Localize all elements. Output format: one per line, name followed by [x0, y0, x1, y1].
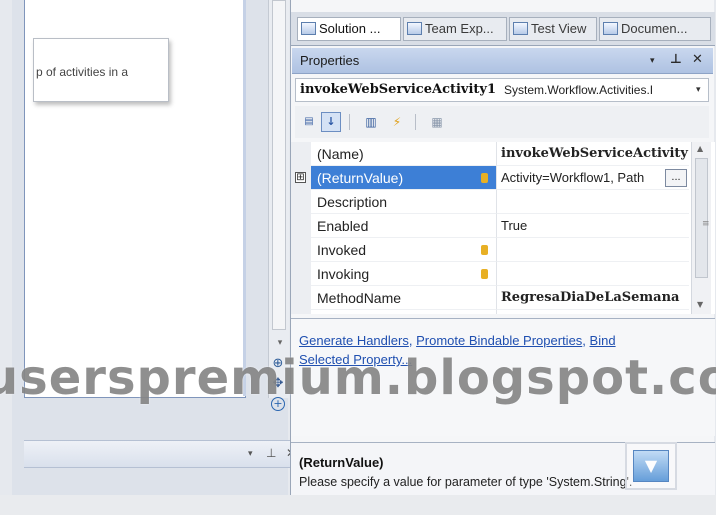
property-name: (Name) — [311, 142, 497, 166]
window-position-dropdown-icon[interactable]: ▾ — [248, 449, 253, 459]
property-value[interactable] — [497, 190, 689, 214]
property-name-text: Invoked — [317, 242, 367, 258]
property-value-text: Activity=Workflow1, Path — [501, 170, 645, 185]
chevron-down-icon[interactable]: ▾ — [696, 85, 701, 95]
events-lightning-icon[interactable]: ⚡ — [387, 112, 407, 132]
property-name-text: Invoking — [317, 266, 370, 282]
tab-label: Test View — [531, 21, 587, 36]
property-name: Enabled — [311, 214, 497, 238]
test-view-icon — [513, 22, 528, 35]
description-title: (ReturnValue) — [299, 455, 384, 470]
toolbar-separator — [349, 114, 350, 130]
property-name: MethodName — [311, 286, 497, 310]
description-text: Please specify a value for parameter of … — [299, 475, 633, 489]
zoom-in-icon[interactable]: ⊕ — [270, 356, 286, 372]
property-value[interactable]: Activity=Workflow1, Path... — [497, 166, 689, 190]
workflow-designer-pane: p of activities in a ▾ ⊕ ✥ + ▾ ⊥ ✕ — [12, 0, 300, 495]
properties-tool-window: Solution ... Team Exp... Test View Docum… — [290, 0, 715, 495]
solution-explorer-icon — [301, 22, 316, 35]
generate-handlers-link[interactable]: Generate Handlers — [299, 333, 409, 348]
bindable-property-icon — [481, 173, 488, 183]
team-explorer-icon — [407, 22, 422, 35]
property-row-methodname[interactable]: MethodName RegresaDiaDeLaSemana — [291, 286, 689, 310]
categorized-view-icon[interactable]: ▤ — [299, 112, 319, 132]
tooltip-text: p of activities in a — [36, 65, 129, 79]
tab-team-explorer[interactable]: Team Exp... — [403, 17, 507, 41]
expand-plus-icon[interactable]: ⊞ — [295, 172, 306, 183]
tab-label: Team Exp... — [425, 21, 494, 36]
ellipsis-button[interactable]: ... — [665, 169, 687, 187]
scrollbar-thumb[interactable]: ≡ — [695, 158, 710, 278]
alphabetical-sort-icon[interactable]: ↓ — [321, 112, 341, 132]
link-separator: , — [408, 333, 413, 348]
selected-object-name: invokeWebServiceActivity1 — [300, 82, 497, 97]
link-separator: , — [582, 333, 586, 348]
property-row-returnvalue[interactable]: ⊞ (ReturnValue) Activity=Workflow1, Path… — [291, 166, 689, 190]
screenshot-frame: p of activities in a ▾ ⊕ ✥ + ▾ ⊥ ✕ Solut… — [0, 0, 716, 515]
designer-canvas[interactable]: p of activities in a — [24, 0, 246, 398]
toolbar-separator — [415, 114, 416, 130]
event-icon — [481, 245, 488, 255]
scrollbar-thumb[interactable] — [272, 0, 286, 330]
object-selector-dropdown[interactable]: invokeWebServiceActivity1 System.Workflo… — [295, 78, 709, 102]
scrollbar-grip-icon: ≡ — [702, 219, 710, 229]
window-position-dropdown-icon[interactable]: ▾ — [650, 56, 655, 66]
close-icon[interactable]: ✕ — [692, 52, 703, 67]
designer-vertical-scrollbar[interactable]: ▾ — [268, 0, 289, 398]
activity-tooltip: p of activities in a — [33, 38, 169, 102]
scroll-down-arrow-icon[interactable]: ▼ — [697, 300, 703, 309]
properties-header: Properties ▾ ⊥ ✕ — [292, 48, 713, 74]
designer-edge — [243, 0, 246, 396]
tool-window-tab-strip: Solution ... Team Exp... Test View Docum… — [291, 12, 715, 46]
dock-arrow-down-icon: ▼ — [633, 450, 669, 482]
property-name-text: (ReturnValue) — [317, 170, 404, 186]
property-row-enabled[interactable]: Enabled True — [291, 214, 689, 238]
property-name — [311, 310, 497, 314]
tab-label: Documen... — [621, 21, 688, 36]
tab-label: Solution ... — [319, 21, 381, 36]
promote-bindable-properties-link[interactable]: Promote Bindable Properties — [416, 333, 582, 348]
property-grid-scrollbar[interactable]: ▲ ≡ ▼ — [691, 142, 711, 314]
property-value[interactable]: RegresaDiaDeLaSemana — [497, 286, 689, 310]
property-name: (ReturnValue) — [311, 166, 497, 190]
tab-test-view[interactable]: Test View — [509, 17, 597, 41]
property-pages-icon[interactable]: ▦ — [427, 112, 447, 132]
commands-links: Generate Handlers, Promote Bindable Prop… — [299, 331, 659, 369]
property-row-description[interactable]: Description — [291, 190, 689, 214]
properties-title: Properties — [300, 53, 360, 68]
event-icon — [481, 269, 488, 279]
properties-view-icon[interactable]: ▥ — [361, 112, 381, 132]
scroll-down-arrow-icon[interactable]: ▾ — [275, 338, 285, 348]
dock-target-indicator[interactable]: ▼ — [625, 442, 677, 490]
property-name: Invoked — [311, 238, 497, 262]
scroll-up-arrow-icon[interactable]: ▲ — [697, 144, 703, 153]
commands-pane: Generate Handlers, Promote Bindable Prop… — [291, 318, 715, 436]
property-grid: (Name) invokeWebServiceActivity ⊞ (Retur… — [291, 142, 715, 314]
property-value[interactable]: True — [497, 214, 689, 238]
selected-object-type: System.Workflow.Activities.I — [504, 83, 654, 97]
tab-solution-explorer[interactable]: Solution ... — [297, 17, 401, 41]
properties-toolbar: ▤ ↓ ▥ ⚡ ▦ — [295, 106, 709, 138]
bottom-edge — [0, 495, 716, 515]
property-value[interactable] — [497, 262, 689, 286]
property-row-partial — [291, 310, 689, 314]
property-row-invoked[interactable]: Invoked — [291, 238, 689, 262]
zoom-fit-icon[interactable]: + — [270, 396, 286, 412]
property-name: Description — [311, 190, 497, 214]
property-row-invoking[interactable]: Invoking — [291, 262, 689, 286]
property-value — [497, 310, 689, 314]
property-row-name[interactable]: (Name) invokeWebServiceActivity — [291, 142, 689, 166]
auto-hide-pin-icon[interactable]: ⊥ — [670, 52, 682, 67]
property-name: Invoking — [311, 262, 497, 286]
auto-hide-pin-icon[interactable]: ⊥ — [266, 446, 276, 460]
property-value[interactable]: invokeWebServiceActivity — [497, 142, 689, 166]
document-outline-icon — [603, 22, 618, 35]
bottom-tool-window-header: ▾ ⊥ ✕ — [24, 440, 300, 468]
tab-document-outline[interactable]: Documen... — [599, 17, 711, 41]
property-value[interactable] — [497, 238, 689, 262]
pan-icon[interactable]: ✥ — [270, 376, 286, 392]
